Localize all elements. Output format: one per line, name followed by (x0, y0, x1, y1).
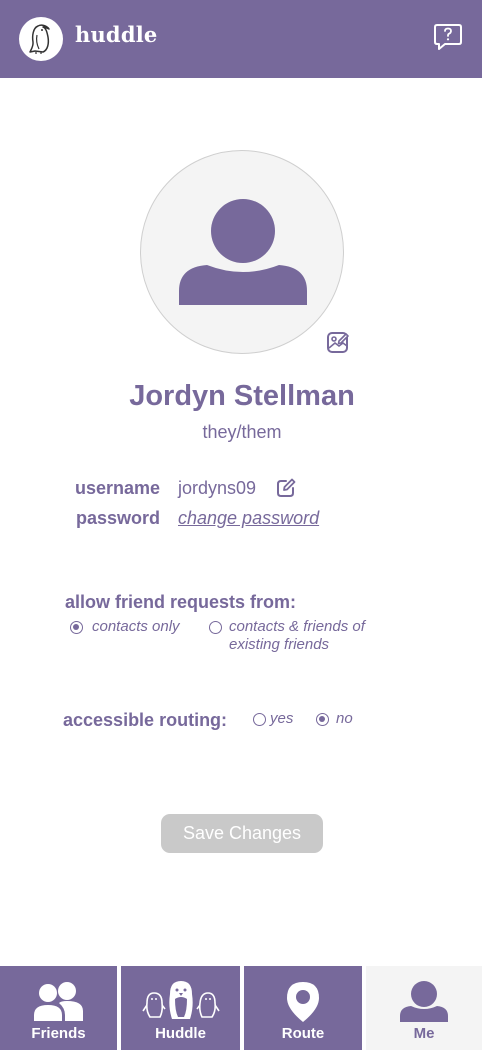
password-label: password (75, 508, 160, 528)
username-value: jordyns09 (178, 478, 257, 498)
nav-label-me: Me (413, 1025, 435, 1042)
radio-label-line2: existing friends (229, 636, 330, 653)
radio-routing-no-label: no (336, 710, 353, 727)
nav-item-route[interactable]: Route (244, 966, 362, 1050)
radio-routing-no[interactable] (316, 713, 329, 726)
friend-requests-label: allow friend requests from: (65, 592, 297, 612)
app-title: huddle (75, 22, 158, 47)
radio-contacts-only[interactable] (70, 621, 83, 634)
bottom-nav: Friends Huddle Route Me (0, 966, 482, 1050)
radio-label-line1: contacts & friends of (229, 618, 365, 635)
save-changes-button[interactable]: Save Changes (161, 814, 323, 853)
radio-routing-yes-label: yes (270, 710, 294, 727)
nav-item-me[interactable]: Me (366, 966, 482, 1050)
radio-contacts-only-label: contacts only (92, 618, 180, 635)
profile-name: Jordyn Stellman (129, 380, 355, 412)
person-icon (179, 199, 307, 305)
app-logo[interactable] (19, 17, 63, 61)
radio-contacts-and-friends-label: contacts & friends of existing friends (229, 618, 365, 654)
accessible-routing-label: accessible routing: (63, 710, 228, 730)
penguin-icon (29, 24, 50, 54)
friends-icon (34, 982, 83, 1021)
change-password-link[interactable]: change password (178, 508, 319, 529)
person-icon (400, 981, 448, 1022)
edit-photo-icon[interactable] (326, 328, 350, 354)
nav-label-huddle: Huddle (155, 1025, 206, 1042)
location-pin-icon (287, 982, 319, 1022)
radio-contacts-and-friends[interactable] (209, 621, 222, 634)
nav-label-friends: Friends (31, 1025, 86, 1042)
help-bubble-icon[interactable] (433, 22, 463, 52)
app-header: huddle (0, 0, 482, 78)
username-label: username (74, 478, 160, 498)
profile-pronouns: they/them (202, 422, 282, 442)
edit-icon[interactable] (276, 478, 296, 498)
profile-avatar (140, 150, 344, 354)
nav-item-friends[interactable]: Friends (0, 966, 117, 1050)
nav-item-huddle[interactable]: Huddle (121, 966, 240, 1050)
penguins-icon (142, 981, 220, 1019)
radio-routing-yes[interactable] (253, 713, 266, 726)
nav-label-route: Route (281, 1025, 325, 1042)
